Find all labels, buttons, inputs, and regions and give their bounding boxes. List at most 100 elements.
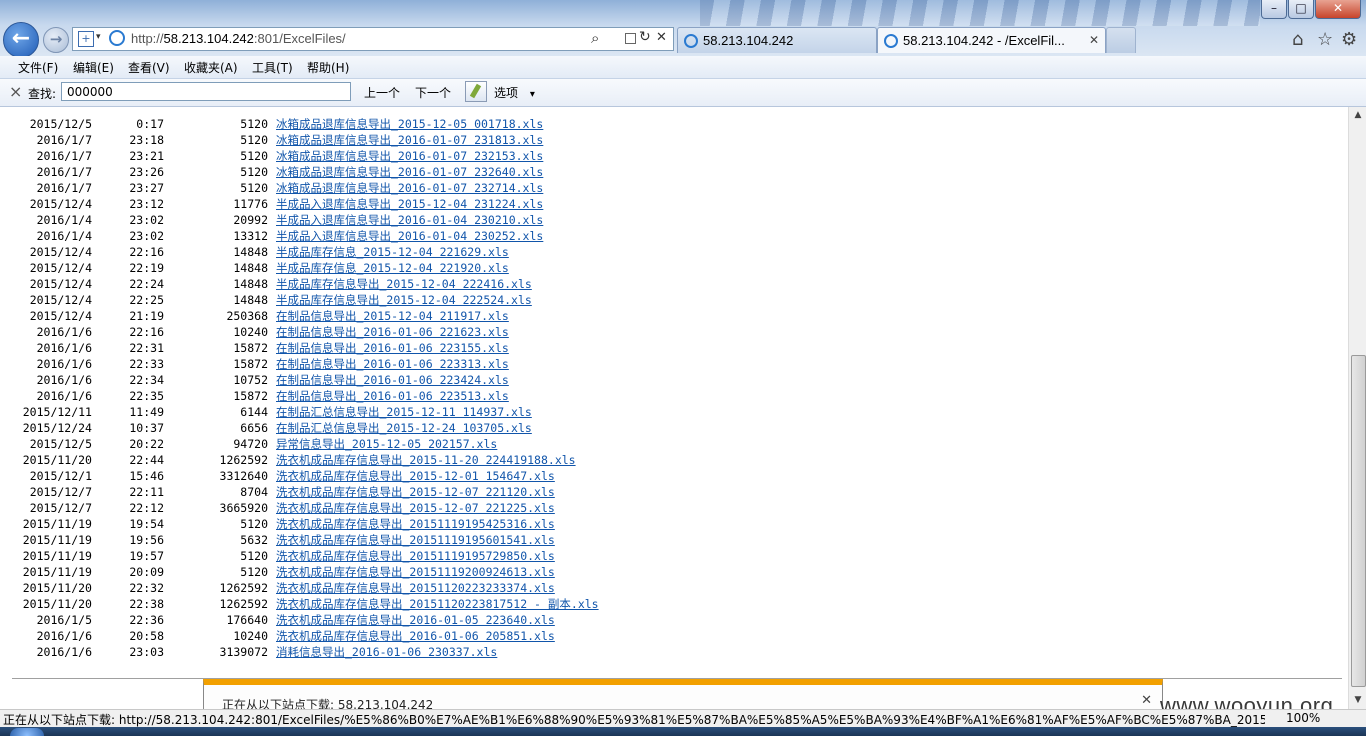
file-link[interactable]: 半成品库存信息_2015-12-04 221920.xls [276,260,509,276]
start-button[interactable] [10,728,44,736]
menu-tools[interactable]: 工具(T) [252,59,293,76]
vertical-scrollbar[interactable]: ▲ ▼ [1348,107,1366,709]
compat-view-icon[interactable] [625,33,636,44]
file-row: 2015/12/4 21:19 250368 在制品信息导出_2015-12-04 2… [0,308,700,324]
forward-button[interactable]: → [43,27,69,53]
file-link[interactable]: 在制品信息导出_2016-01-06 223313.xls [276,356,509,372]
file-link[interactable]: 半成品入退库信息导出_2016-01-04 230210.xls [276,212,543,228]
file-link[interactable]: 洗衣机成品库存信息导出_2015-12-07 221225.xls [276,500,555,516]
menu-edit[interactable]: 编辑(E) [73,59,114,76]
scroll-down-arrow-icon[interactable]: ▼ [1349,692,1366,709]
close-window-button[interactable]: ✕ [1315,0,1361,19]
file-link[interactable]: 半成品入退库信息导出_2015-12-04 231224.xls [276,196,543,212]
file-date: 2015/12/4 [29,309,92,323]
file-row: 2016/1/6 20:58 10240 洗衣机成品库存信息导出_2016-01-06… [0,628,700,644]
zoom-level[interactable]: 100% [1286,711,1320,725]
gear-icon[interactable]: ⚙ [1341,29,1357,50]
file-time: 19:57 [129,549,164,563]
file-row: 2015/12/7 22:12 3665920 洗衣机成品库存信息导出_2015-12… [0,500,700,516]
menu-view[interactable]: 查看(V) [128,59,170,76]
file-link[interactable]: 在制品信息导出_2016-01-06 221623.xls [276,324,509,340]
file-date: 2016/1/6 [36,645,92,659]
file-link[interactable]: 在制品信息导出_2015-12-04 211917.xls [276,308,509,324]
file-time: 22:31 [129,341,164,355]
file-link[interactable]: 洗衣机成品库存信息导出_20151119200924613.xls [276,564,555,580]
file-size: 176640 [226,613,268,627]
file-date: 2016/1/6 [36,373,92,387]
file-link[interactable]: 半成品库存信息导出_2015-12-04 222524.xls [276,292,532,308]
file-row: 2015/12/11 11:49 6144 在制品汇总信息导出_2015-12-11 … [0,404,700,420]
file-link[interactable]: 洗衣机成品库存信息导出_2015-12-01 154647.xls [276,468,555,484]
file-row: 2016/1/6 22:33 15872 在制品信息导出_2016-01-06 223… [0,356,700,372]
menu-help[interactable]: 帮助(H) [307,59,349,76]
new-tab-button[interactable] [1106,27,1136,53]
tab-1[interactable]: 58.213.104.242 [677,27,877,53]
highlight-toggle-button[interactable] [465,81,487,102]
file-link[interactable]: 洗衣机成品库存信息导出_20151120223233374.xls [276,580,555,596]
stop-icon[interactable]: ✕ [656,30,667,45]
address-bar[interactable]: + ▾ http://58.213.104.242:801/ExcelFiles… [72,27,674,51]
find-previous-button[interactable]: 上一个 [364,84,400,101]
file-date: 2015/12/24 [22,421,92,435]
dropdown-arrow-icon[interactable]: ▾ [96,32,101,42]
file-time: 21:19 [129,309,164,323]
maximize-button[interactable]: □ [1288,0,1314,19]
close-download-bar-icon[interactable]: ✕ [1141,693,1152,708]
file-size: 250368 [226,309,268,323]
file-link[interactable]: 半成品库存信息_2015-12-04 221629.xls [276,244,509,260]
file-time: 22:36 [129,613,164,627]
chevron-down-icon: ▾ [529,89,535,100]
home-icon[interactable]: ⌂ [1292,29,1303,50]
file-link[interactable]: 洗衣机成品库存信息导出_2016-01-06 205851.xls [276,628,555,644]
file-link[interactable]: 洗衣机成品库存信息导出_20151119195601541.xls [276,532,555,548]
file-link[interactable]: 洗衣机成品库存信息导出_2015-12-07 221120.xls [276,484,555,500]
file-link[interactable]: 冰箱成品退库信息导出_2016-01-07 232640.xls [276,164,543,180]
scrollbar-thumb[interactable] [1351,355,1366,687]
file-link[interactable]: 冰箱成品退库信息导出_2016-01-07 232153.xls [276,148,543,164]
file-time: 22:32 [129,581,164,595]
file-link[interactable]: 洗衣机成品库存信息导出_2015-11-20 224419188.xls [276,452,576,468]
add-favorite-icon[interactable]: + [78,31,94,47]
favorites-star-icon[interactable]: ☆ [1317,29,1333,50]
minimize-button[interactable]: – [1261,0,1287,19]
back-arrow-icon: ← [11,26,31,51]
menu-file[interactable]: 文件(F) [18,59,58,76]
file-date: 2015/11/20 [22,581,92,595]
scroll-up-arrow-icon[interactable]: ▲ [1349,107,1366,124]
file-link[interactable]: 洗衣机成品库存信息导出_20151120223817512 - 副本.xls [276,596,599,612]
file-link[interactable]: 洗衣机成品库存信息导出_20151119195425316.xls [276,516,555,532]
close-tab-icon[interactable]: ✕ [1089,28,1099,53]
refresh-icon[interactable]: ↻ [639,29,651,45]
file-time: 22:33 [129,357,164,371]
file-row: 2016/1/7 23:26 5120 冰箱成品退库信息导出_2016-01-07 2… [0,164,700,180]
search-icon[interactable]: ⌕ [591,29,599,47]
file-time: 22:19 [129,261,164,275]
file-link[interactable]: 在制品汇总信息导出_2015-12-11 114937.xls [276,404,532,420]
find-input[interactable]: 000000 [61,82,351,101]
file-link[interactable]: 冰箱成品退库信息导出_2016-01-07 232714.xls [276,180,543,196]
file-link[interactable]: 在制品信息导出_2016-01-06 223424.xls [276,372,509,388]
tab-2[interactable]: 58.213.104.242 - /ExcelFil... ✕ [877,27,1106,53]
file-link[interactable]: 冰箱成品退库信息导出_2015-12-05 001718.xls [276,116,543,132]
file-time: 22:12 [129,501,164,515]
file-link[interactable]: 在制品汇总信息导出_2015-12-24 103705.xls [276,420,532,436]
file-link[interactable]: 洗衣机成品库存信息导出_20151119195729850.xls [276,548,555,564]
find-next-button[interactable]: 下一个 [415,84,451,101]
file-size: 1262592 [219,597,268,611]
file-row: 2015/11/19 20:09 5120 洗衣机成品库存信息导出_201511192… [0,564,700,580]
menu-favorites[interactable]: 收藏夹(A) [184,59,238,76]
file-link[interactable]: 洗衣机成品库存信息导出_2016-01-05 223640.xls [276,612,555,628]
close-find-icon[interactable]: × [9,82,22,101]
file-time: 22:38 [129,597,164,611]
file-link[interactable]: 消耗信息导出_2016-01-06 230337.xls [276,644,497,660]
file-link[interactable]: 异常信息导出_2015-12-05 202157.xls [276,436,497,452]
file-link[interactable]: 在制品信息导出_2016-01-06 223513.xls [276,388,509,404]
file-link[interactable]: 半成品库存信息导出_2015-12-04 222416.xls [276,276,532,292]
file-link[interactable]: 半成品入退库信息导出_2016-01-04 230252.xls [276,228,543,244]
file-time: 23:26 [129,165,164,179]
back-button[interactable]: ← [3,22,39,58]
file-link[interactable]: 在制品信息导出_2016-01-06 223155.xls [276,340,509,356]
address-url[interactable]: http://58.213.104.242:801/ExcelFiles/ [131,31,346,46]
find-options-button[interactable]: 选项 ▾ [494,84,535,101]
file-link[interactable]: 冰箱成品退库信息导出_2016-01-07 231813.xls [276,132,543,148]
